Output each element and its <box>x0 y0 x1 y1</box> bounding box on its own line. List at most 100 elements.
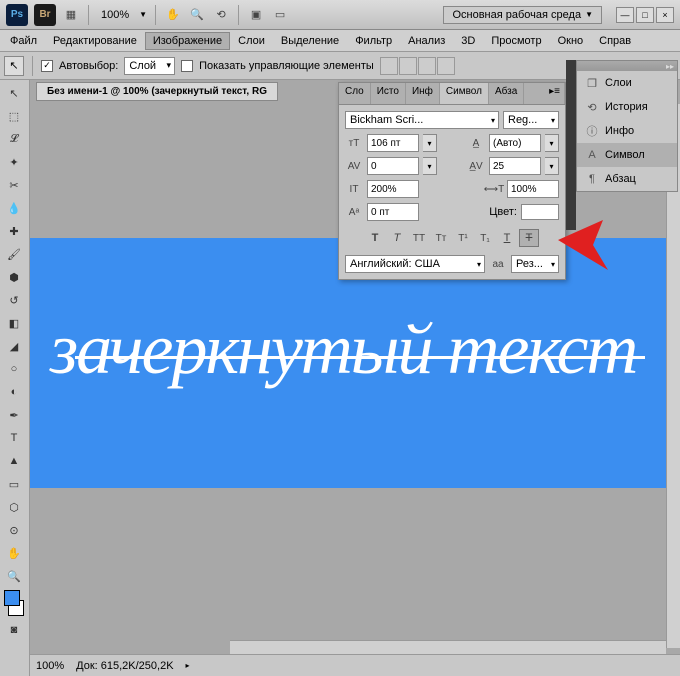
wand-tool[interactable]: ✦ <box>2 151 26 173</box>
pen-tool[interactable]: ✒ <box>2 404 26 426</box>
autoselect-checkbox[interactable]: ✓ <box>41 60 53 72</box>
maximize-button[interactable]: □ <box>636 7 654 23</box>
dropdown-icon[interactable]: ▾ <box>545 134 559 152</box>
menu-analysis[interactable]: Анализ <box>400 32 453 50</box>
status-menu-icon[interactable]: ▸ <box>186 661 190 670</box>
vscale-input[interactable] <box>367 180 419 198</box>
align-icon[interactable] <box>418 57 436 75</box>
side-item-info[interactable]: ⓘ Инфо <box>577 119 677 143</box>
autoselect-type[interactable]: Слой <box>124 57 175 75</box>
leading-input[interactable] <box>489 134 541 152</box>
tab-character[interactable]: Символ <box>440 83 489 104</box>
heal-tool[interactable]: ✚ <box>2 220 26 242</box>
text-color-swatch[interactable] <box>521 204 559 220</box>
zoom-level[interactable]: 100% <box>97 9 133 21</box>
italic-button[interactable]: T <box>387 229 407 247</box>
antialias-select[interactable]: Рез... <box>511 255 559 273</box>
show-transform-checkbox[interactable] <box>181 60 193 72</box>
screen-mode-icon[interactable]: ▭ <box>271 6 289 24</box>
bridge-icon[interactable]: Br <box>34 4 56 26</box>
zoom-dropdown-icon[interactable]: ▼ <box>139 10 147 19</box>
dropdown-icon[interactable]: ▾ <box>545 157 559 175</box>
smallcaps-button[interactable]: Tᴛ <box>431 229 451 247</box>
underline-button[interactable]: T <box>497 229 517 247</box>
strikethrough-button[interactable]: T <box>519 229 539 247</box>
menu-filter[interactable]: Фильтр <box>347 32 400 50</box>
dropdown-icon[interactable]: ▾ <box>423 134 437 152</box>
tab-history[interactable]: Исто <box>371 83 406 104</box>
dropdown-icon[interactable]: ▾ <box>423 157 437 175</box>
menu-view[interactable]: Просмотр <box>483 32 549 50</box>
bold-button[interactable]: T <box>365 229 385 247</box>
canvas-text[interactable]: зачеркнутый текст <box>50 308 636 391</box>
crop-tool[interactable]: ✂ <box>2 174 26 196</box>
3d-camera-tool[interactable]: ⊙ <box>2 519 26 541</box>
gradient-tool[interactable]: ◢ <box>2 335 26 357</box>
baseline-input[interactable] <box>367 203 419 221</box>
horizontal-scrollbar[interactable] <box>230 640 666 654</box>
zoom-tool-icon[interactable]: 🔍 <box>188 6 206 24</box>
superscript-button[interactable]: T¹ <box>453 229 473 247</box>
color-swatches[interactable] <box>2 588 26 618</box>
rotate-view-icon[interactable]: ⟲ <box>212 6 230 24</box>
arrange-docs-icon[interactable]: ▣ <box>247 6 265 24</box>
align-icon[interactable] <box>380 57 398 75</box>
tab-info[interactable]: Инф <box>406 83 440 104</box>
align-icon[interactable] <box>399 57 417 75</box>
brush-tool[interactable]: 🖌 <box>2 243 26 265</box>
minimize-button[interactable]: — <box>616 7 634 23</box>
status-zoom[interactable]: 100% <box>36 660 64 672</box>
tracking-input[interactable] <box>489 157 541 175</box>
document-tab[interactable]: Без имени-1 @ 100% (зачеркнутый текст, R… <box>36 82 278 101</box>
side-item-layers[interactable]: ❐ Слои <box>577 71 677 95</box>
kerning-input[interactable] <box>367 157 419 175</box>
hscale-input[interactable] <box>507 180 559 198</box>
marquee-tool[interactable]: ⬚ <box>2 105 26 127</box>
side-item-character[interactable]: A Символ <box>577 143 677 167</box>
menu-window[interactable]: Окно <box>550 32 592 50</box>
allcaps-button[interactable]: TT <box>409 229 429 247</box>
font-size-input[interactable] <box>367 134 419 152</box>
zoom-tool[interactable]: 🔍 <box>2 565 26 587</box>
status-doc-size[interactable]: Док: 615,2K/250,2K <box>76 660 173 672</box>
side-item-history[interactable]: ⟲ История <box>577 95 677 119</box>
history-brush-tool[interactable]: ↺ <box>2 289 26 311</box>
hand-tool-icon[interactable]: ✋ <box>164 6 182 24</box>
mini-bridge-icon[interactable]: ▦ <box>62 6 80 24</box>
hand-tool[interactable]: ✋ <box>2 542 26 564</box>
path-select-tool[interactable]: ▲ <box>2 450 26 472</box>
font-style-select[interactable]: Reg... <box>503 111 559 129</box>
menu-select[interactable]: Выделение <box>273 32 347 50</box>
menu-edit[interactable]: Редактирование <box>45 32 145 50</box>
menu-3d[interactable]: 3D <box>453 32 483 50</box>
side-panel-header[interactable]: ▸▸ <box>577 61 677 71</box>
subscript-button[interactable]: T₁ <box>475 229 495 247</box>
close-button[interactable]: × <box>656 7 674 23</box>
app-topbar: Ps Br ▦ 100% ▼ ✋ 🔍 ⟲ ▣ ▭ Основная рабоча… <box>0 0 680 30</box>
stamp-tool[interactable]: ⬢ <box>2 266 26 288</box>
foreground-color[interactable] <box>4 590 20 606</box>
menu-layer[interactable]: Слои <box>230 32 273 50</box>
tab-paragraph[interactable]: Абза <box>489 83 524 104</box>
menu-image[interactable]: Изображение <box>145 32 230 50</box>
menu-help[interactable]: Справ <box>591 32 639 50</box>
tab-layers[interactable]: Сло <box>339 83 371 104</box>
font-family-select[interactable]: Bickham Scri... <box>345 111 499 129</box>
side-item-paragraph[interactable]: ¶ Абзац <box>577 167 677 191</box>
blur-tool[interactable]: ○ <box>2 358 26 380</box>
align-icon[interactable] <box>437 57 455 75</box>
shape-tool[interactable]: ▭ <box>2 473 26 495</box>
menu-file[interactable]: Файл <box>2 32 45 50</box>
eyedropper-tool[interactable]: 💧 <box>2 197 26 219</box>
panel-menu-icon[interactable]: ▸≡ <box>524 83 565 104</box>
eraser-tool[interactable]: ◧ <box>2 312 26 334</box>
dodge-tool[interactable]: ◐ <box>2 381 26 403</box>
type-tool[interactable]: T <box>2 427 26 449</box>
collapsed-panel-strip[interactable] <box>566 60 576 230</box>
quickmask-tool[interactable]: ◙ <box>2 619 26 641</box>
lasso-tool[interactable]: 𝓛 <box>2 128 26 150</box>
language-select[interactable]: Английский: США <box>345 255 485 273</box>
3d-tool[interactable]: ⬡ <box>2 496 26 518</box>
workspace-switcher[interactable]: Основная рабочая среда▼ <box>443 6 602 24</box>
move-tool[interactable]: ↖ <box>2 82 26 104</box>
